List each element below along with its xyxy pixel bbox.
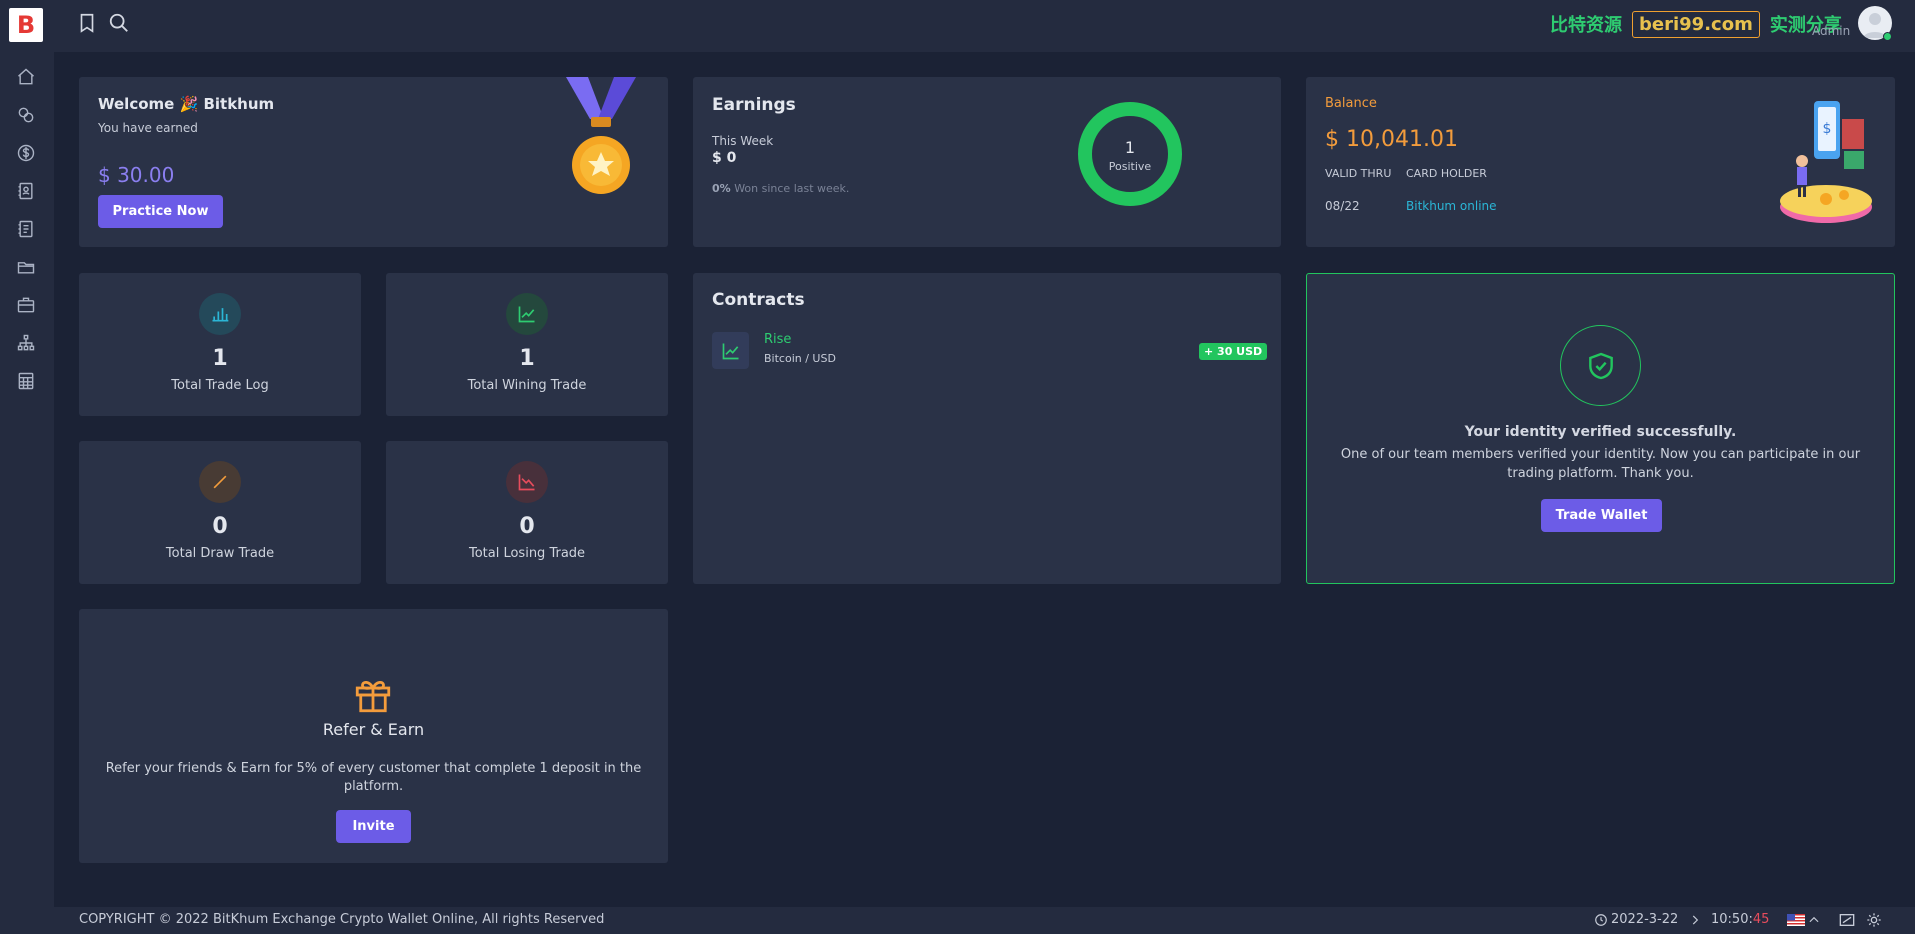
contract-badge: + 30 USD [1199, 343, 1268, 360]
sun-icon[interactable] [1866, 912, 1882, 928]
copyright-text: COPYRIGHT © 2022 BitKhum Exchange Crypto… [79, 912, 605, 927]
coins-icon[interactable] [14, 103, 38, 127]
calculator-icon[interactable] [14, 369, 38, 393]
stat-card-trade-log: 1 Total Trade Log [79, 273, 361, 416]
earnings-donut: 1 Positive [1076, 100, 1184, 208]
balance-card: Balance $ 10,041.01 VALID THRU CARD HOLD… [1306, 77, 1895, 247]
chevron-right-icon[interactable] [1688, 913, 1702, 927]
footer: COPYRIGHT © 2022 BitKhum Exchange Crypto… [54, 907, 1915, 934]
card-holder-label: CARD HOLDER [1406, 167, 1487, 180]
sidebar: B [0, 0, 54, 934]
gift-icon [352, 674, 394, 716]
brand-logo[interactable]: B [9, 8, 43, 42]
welcome-subtitle: You have earned [98, 121, 198, 135]
identity-line-2: trading platform. Thank you. [1507, 466, 1694, 481]
refer-earn-card: Refer & Earn Refer your friends & Earn f… [79, 609, 668, 863]
bar-chart-icon [199, 293, 241, 335]
trade-wallet-button[interactable]: Trade Wallet [1541, 499, 1662, 532]
identity-line-1: One of our team members verified your id… [1340, 447, 1861, 462]
footer-date: 2022-3-22 [1611, 912, 1679, 927]
identity-title: Your identity verified successfully. [1464, 424, 1737, 440]
payment-illustration-icon: $ [1776, 99, 1878, 227]
earnings-card: Earnings This Week $ 0 0% Won since last… [693, 77, 1281, 247]
earnings-change-text: Won since last week. [734, 182, 850, 195]
chevron-up-icon[interactable] [1807, 913, 1821, 927]
contract-pair: Bitcoin / USD [764, 352, 836, 365]
valid-thru-value: 08/22 [1325, 199, 1360, 213]
stat-label: Total Wining Trade [467, 378, 587, 393]
identity-card: Your identity verified successfully. One… [1306, 273, 1895, 584]
valid-thru-label: VALID THRU [1325, 167, 1392, 180]
balance-amount: $ 10,041.01 [1325, 127, 1458, 152]
user-role: Admin [1812, 24, 1851, 38]
medal-icon [561, 77, 641, 202]
dollar-circle-icon[interactable] [14, 141, 38, 165]
stat-value: 1 [212, 346, 228, 371]
contacts-book-icon[interactable] [14, 179, 38, 203]
contracts-title: Contracts [712, 290, 805, 310]
stat-card-draw-trade: 0 Total Draw Trade [79, 441, 361, 584]
welcome-greeting: Welcome 🎉 Bitkhum [98, 95, 275, 113]
stat-label: Total Losing Trade [468, 546, 586, 561]
contract-item[interactable]: Rise Bitcoin / USD + 30 USD [712, 330, 1268, 370]
folder-icon[interactable] [14, 255, 38, 279]
watermark-box-text: beri99.com [1632, 10, 1760, 38]
stat-value: 0 [212, 514, 228, 539]
earnings-title: Earnings [712, 95, 796, 115]
clock-icon [1594, 913, 1608, 927]
sitemap-icon[interactable] [14, 331, 38, 355]
watermark: 比特资源 beri99.com 实测分享 [1550, 8, 1842, 40]
footer-time-hm: 10:50: [1711, 912, 1753, 927]
refer-line-2: platform. [343, 779, 404, 794]
search-icon[interactable] [108, 12, 130, 34]
stat-value: 1 [519, 346, 535, 371]
invite-button[interactable]: Invite [336, 810, 411, 843]
earnings-change: 0% Won since last week. [712, 182, 849, 195]
earned-amount: $ 30.00 [98, 163, 175, 187]
stat-card-losing-trade: 0 Total Losing Trade [386, 441, 668, 584]
balance-title: Balance [1325, 96, 1377, 111]
welcome-card: Welcome 🎉 Bitkhum You have earned $ 30.0… [79, 77, 668, 247]
shield-check-icon [1560, 325, 1641, 406]
stat-label: Total Draw Trade [165, 546, 275, 561]
donut-label: Positive [1108, 160, 1152, 173]
contract-type: Rise [764, 332, 792, 347]
earnings-period: This Week [712, 134, 774, 148]
footer-time: 10:50:45 [1711, 912, 1769, 927]
bookmark-icon[interactable] [76, 12, 98, 34]
watermark-left-text: 比特资源 [1550, 15, 1622, 36]
earnings-value: $ 0 [712, 150, 737, 166]
us-flag-icon[interactable] [1787, 914, 1805, 926]
stat-label: Total Trade Log [171, 378, 269, 393]
donut-value: 1 [1124, 138, 1136, 157]
stat-card-winning-trade: 1 Total Wining Trade [386, 273, 668, 416]
slash-icon [199, 461, 241, 503]
refer-line-1: Refer your friends & Earn for 5% of ever… [105, 761, 642, 776]
home-icon[interactable] [14, 65, 38, 89]
trend-down-icon [506, 461, 548, 503]
notebook-icon[interactable] [14, 217, 38, 241]
stat-value: 0 [519, 514, 535, 539]
brand-logo-letter: B [16, 11, 36, 39]
svg-text:$: $ [1823, 121, 1832, 137]
footer-time-seconds: 45 [1752, 912, 1770, 927]
trend-up-icon [506, 293, 548, 335]
online-status-dot [1883, 32, 1892, 41]
window-icon[interactable] [1839, 913, 1855, 927]
practice-now-button[interactable]: Practice Now [98, 195, 223, 228]
briefcase-icon[interactable] [14, 293, 38, 317]
card-holder-value[interactable]: Bitkhum online [1406, 199, 1497, 213]
earnings-change-pct: 0% [712, 182, 731, 195]
refer-title: Refer & Earn [322, 720, 425, 739]
contracts-card: Contracts Rise Bitcoin / USD + 30 USD [693, 273, 1281, 584]
trend-up-icon [712, 332, 749, 369]
